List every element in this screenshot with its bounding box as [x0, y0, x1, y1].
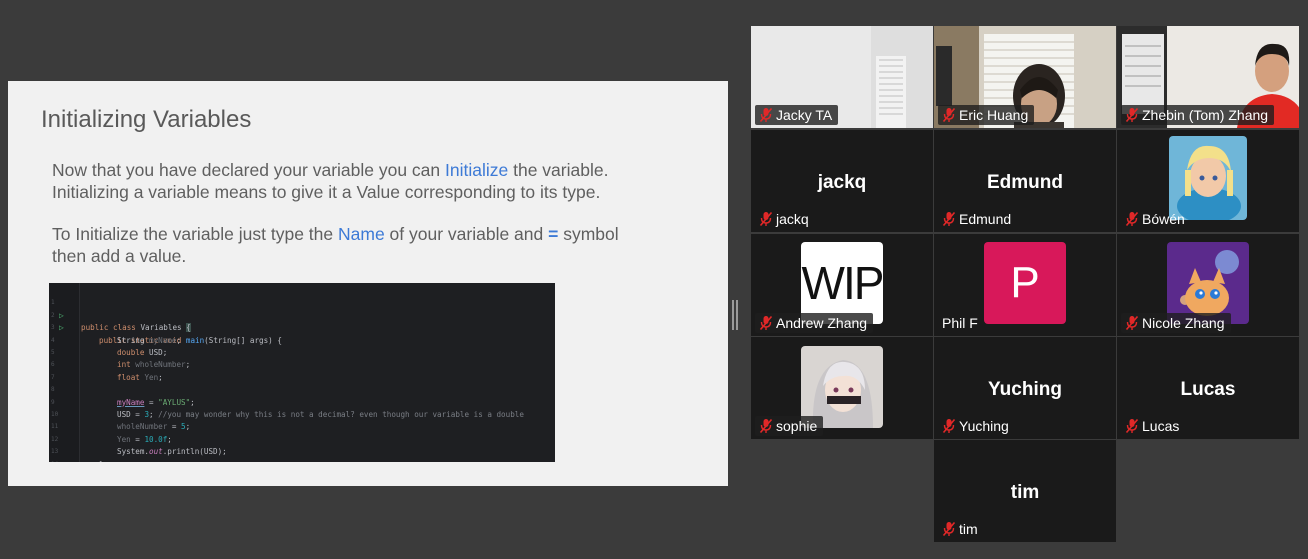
avatar-text: P [1010, 258, 1040, 307]
participant-name-tag: jackq [755, 209, 815, 229]
participant-name: sophie [776, 418, 818, 434]
video-tile-eric-huang[interactable]: Eric Huang [934, 26, 1116, 128]
muted-mic-icon [1125, 211, 1139, 227]
muted-mic-icon [942, 107, 956, 123]
participant-name-tag: Yuching [938, 416, 1015, 436]
code-line: 9 USD = 3; //you may wonder why this is … [49, 384, 555, 419]
code-line: 7 [49, 359, 555, 381]
participant-name: Zhebin (Tom) Zhang [1142, 107, 1269, 123]
slide-paragraph-1: Now that you have declared your variable… [52, 159, 692, 203]
video-tile-tim[interactable]: tim tim [934, 440, 1116, 542]
participant-name: Edmund [959, 211, 1012, 227]
participant-display-name: Yuching [988, 379, 1062, 400]
participant-name: Lucas [1142, 418, 1180, 434]
participant-name-tag: Phil F [938, 313, 984, 333]
highlight-initialize: Initialize [445, 160, 509, 180]
video-tile-jackq[interactable]: jackq jackq [751, 130, 933, 232]
muted-mic-icon [1125, 418, 1139, 434]
avatar: P [984, 242, 1066, 324]
muted-mic-icon [759, 418, 773, 434]
participant-name-tag: Lucas [1121, 416, 1185, 436]
participant-display-name: tim [1010, 482, 1040, 503]
highlight-name: Name [338, 224, 385, 244]
highlight-equals: = [548, 224, 559, 244]
participant-display-name: jackq [817, 172, 867, 193]
muted-mic-icon [759, 315, 773, 331]
code-line: 3 String myName; [49, 310, 555, 344]
muted-mic-icon [942, 521, 956, 537]
video-tile-jacky-ta[interactable]: Jacky TA [751, 26, 933, 128]
video-tile-lucas[interactable]: Lucas Lucas [1117, 337, 1299, 439]
muted-mic-icon [1125, 107, 1139, 123]
slide-paragraph-2: To Initialize the variable just type the… [52, 223, 692, 267]
video-tile-phil-f[interactable]: P Phil F [934, 234, 1116, 336]
code-line: 6 float Yen; [49, 347, 555, 381]
participant-name: Yuching [959, 418, 1009, 434]
code-line: 2 ▷ public static void main(String[] arg… [49, 297, 555, 345]
panel-resize-handle[interactable] [732, 300, 738, 330]
video-tile-yuching[interactable]: Yuching Yuching [934, 337, 1116, 439]
participant-display-name: Edmund [987, 172, 1063, 193]
code-screenshot: 1 ▷ public class Variables { 2 ▷ public … [49, 283, 555, 462]
code-line: 10 wholeNumber = 5; [49, 397, 555, 431]
participant-name-tag: sophie [755, 416, 824, 436]
participant-name-tag: Andrew Zhang [755, 313, 874, 333]
muted-mic-icon [942, 418, 956, 434]
code-line: 4 double USD; [49, 322, 555, 357]
avatar [1169, 136, 1247, 220]
paragraph-text: then add a value. [52, 246, 187, 266]
code-line: 11 Yen = 10.0f; [49, 409, 555, 443]
avatar: WIP [801, 242, 883, 324]
muted-mic-icon [1125, 315, 1139, 331]
paragraph-text: Initializing a variable means to give it… [52, 182, 601, 202]
paragraph-text: of your variable and [384, 224, 549, 244]
participant-name-tag: Bówén [1121, 209, 1191, 229]
code-line: 13 } [49, 434, 555, 462]
slide-title: Initializing Variables [41, 106, 252, 133]
paragraph-text: symbol [558, 224, 619, 244]
line-number: 14 [51, 459, 61, 462]
participant-name: Jacky TA [776, 107, 833, 123]
participant-name-tag: Edmund [938, 209, 1017, 229]
video-tile-bowen[interactable]: Bówén [1117, 130, 1299, 232]
video-tile-sophie[interactable]: sophie [751, 337, 933, 439]
video-tile-edmund[interactable]: Edmund Edmund [934, 130, 1116, 232]
participant-name: Andrew Zhang [776, 315, 868, 331]
paragraph-text: To Initialize the variable just type the [52, 224, 338, 244]
code-line: 5 int wholeNumber; [49, 335, 555, 369]
participant-name: Phil F [942, 315, 978, 331]
code-line: 12 System.out.println(USD); [49, 421, 555, 456]
muted-mic-icon [942, 211, 956, 227]
video-tile-andrew-zhang[interactable]: WIP Andrew Zhang [751, 234, 933, 336]
avatar [1167, 242, 1249, 324]
code-line: 8 myName = "AYLUS"; [49, 372, 555, 406]
participant-name-tag: Eric Huang [938, 105, 1035, 125]
avatar-text: WIP [801, 257, 883, 309]
participant-name-tag: Nicole Zhang [1121, 313, 1231, 333]
participant-name-tag: Zhebin (Tom) Zhang [1121, 105, 1275, 125]
code-token: } [99, 460, 104, 462]
code-line: 14 } [49, 446, 555, 462]
participant-name: tim [959, 521, 978, 537]
video-tile-zhebin-zhang[interactable]: Zhebin (Tom) Zhang [1117, 26, 1299, 128]
participant-name-tag: Jacky TA [755, 105, 839, 125]
participant-name: Eric Huang [959, 107, 1029, 123]
video-tile-nicole-zhang[interactable]: Nicole Zhang [1117, 234, 1299, 336]
muted-mic-icon [759, 107, 773, 123]
participant-name: jackq [776, 211, 809, 227]
participant-display-name: Lucas [1180, 379, 1236, 400]
participant-name-tag: tim [938, 519, 984, 539]
paragraph-text: Now that you have declared your variable… [52, 160, 446, 180]
shared-screen-slide: Initializing Variables Now that you have… [8, 81, 728, 486]
code-line: 1 ▷ public class Variables { [49, 285, 555, 333]
participant-name: Nicole Zhang [1142, 315, 1225, 331]
participant-name: Bówén [1142, 211, 1185, 227]
muted-mic-icon [759, 211, 773, 227]
paragraph-text: the variable. [508, 160, 609, 180]
